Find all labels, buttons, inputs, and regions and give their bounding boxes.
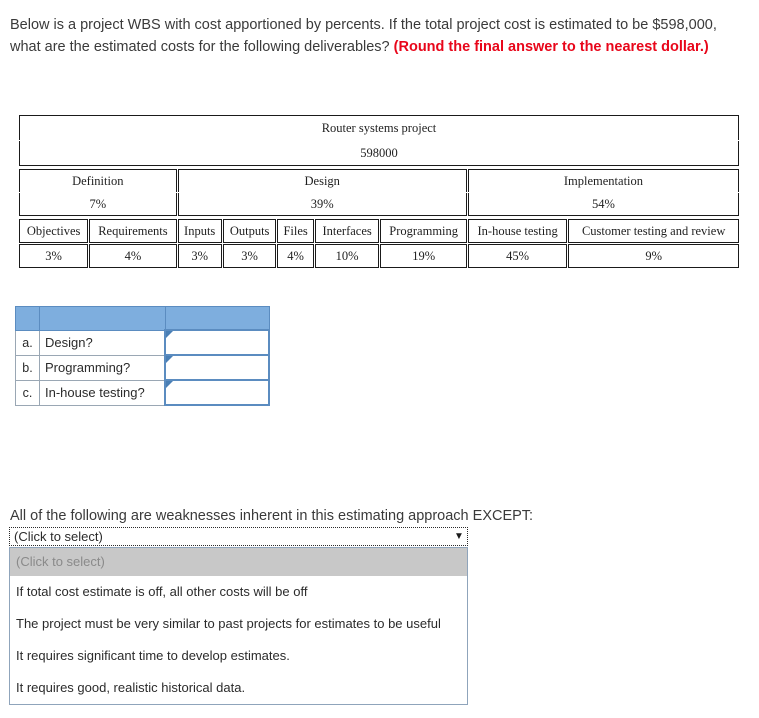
wbs-phase-percent-row: 7% 39% 54% [19,193,739,216]
wbs-deliverable-name-customer-testing: Customer testing and review [568,219,739,243]
answer-row-letter-a: a. [15,329,40,356]
wbs-spacer-cell-2 [19,217,739,218]
weakness-option-3[interactable]: It requires significant time to develop … [10,640,467,672]
wbs-title-row: Router systems project [19,115,739,140]
table-row: b. Programming? [15,354,270,381]
wbs-phase-percent-design: 39% [177,193,467,216]
answer-input-in-house-testing[interactable] [166,383,268,402]
answer-entry-table: a. Design? b. Programming? c. In-house t… [15,306,270,406]
wbs-phase-name-design: Design [177,169,467,192]
weakness-select[interactable]: (Click to select) ▼ [9,527,468,546]
wbs-phase-name-row: Definition Design Implementation [19,169,739,192]
weakness-option-4[interactable]: It requires good, realistic historical d… [10,672,467,704]
answer-header-letter [15,306,40,331]
wbs-deliverable-percent-inputs: 3% [177,244,222,268]
wbs-phase-percent-definition: 7% [19,193,177,216]
table-row: a. Design? [15,329,270,356]
weakness-select-value: (Click to select) [14,529,103,544]
wbs-spacer-cell [19,167,739,168]
answer-input-design[interactable] [166,333,268,352]
cell-comment-flag-icon [166,331,173,338]
wbs-deliverable-name-outputs: Outputs [222,219,277,243]
wbs-spacer-2 [19,217,739,218]
weakness-option-list[interactable]: (Click to select) If total cost estimate… [9,547,468,705]
wbs-deliverable-percent-requirements: 4% [89,244,177,268]
answer-row-letter-b: b. [15,354,40,381]
answer-row-label-in-house-testing: In-house testing? [39,379,166,406]
answer-row-label-design: Design? [39,329,166,356]
wbs-total-row: 598000 [19,141,739,166]
wbs-deliverable-percent-interfaces: 10% [314,244,380,268]
wbs-phase-percent-implementation: 54% [467,193,739,216]
wbs-deliverable-percent-in-house-testing: 45% [467,244,568,268]
wbs-table: Router systems project 598000 Definition… [18,114,740,269]
cell-comment-flag-icon [166,381,173,388]
question-prompt: Below is a project WBS with cost apporti… [10,14,736,58]
weakness-option-2[interactable]: The project must be very similar to past… [10,608,467,640]
answer-row-label-programming: Programming? [39,354,166,381]
wbs-deliverable-percent-objectives: 3% [19,244,89,268]
wbs-project-name: Router systems project [19,115,739,140]
wbs-spacer [19,167,739,168]
weakness-option-1[interactable]: If total cost estimate is off, all other… [10,576,467,608]
prompt-line-1: Below is a project WBS with cost apporti… [10,17,649,33]
weakness-option-placeholder[interactable]: (Click to select) [10,548,467,576]
wbs-deliverable-percent-programming: 19% [380,244,467,268]
wbs-deliverable-name-programming: Programming [380,219,467,243]
answer-input-cell-design[interactable] [164,329,270,356]
question-2-text: All of the following are weaknesses inhe… [10,508,534,524]
answer-header-label [39,306,166,331]
answer-row-letter-c: c. [15,379,40,406]
wbs-phase-name-definition: Definition [19,169,177,192]
wbs-deliverable-percent-outputs: 3% [222,244,277,268]
answer-input-cell-in-house-testing[interactable] [164,379,270,406]
wbs-total-cost: 598000 [19,141,739,166]
cell-comment-flag-icon [166,356,173,363]
prompt-emphasis: (Round the final answer to the nearest d… [393,39,709,55]
wbs-deliverable-name-row: Objectives Requirements Inputs Outputs F… [19,219,739,243]
table-row: c. In-house testing? [15,379,270,406]
wbs-phase-name-implementation: Implementation [467,169,739,192]
wbs-deliverable-percent-customer-testing: 9% [568,244,739,268]
wbs-deliverable-name-objectives: Objectives [19,219,89,243]
answer-header-value [164,306,270,331]
answer-table-body: a. Design? b. Programming? c. In-house t… [15,306,270,406]
wbs-deliverable-name-files: Files [277,219,314,243]
answer-header-row [15,306,270,331]
wbs-deliverable-name-inputs: Inputs [177,219,222,243]
wbs-table-body: Router systems project 598000 Definition… [19,115,739,268]
chevron-down-icon[interactable]: ▼ [451,531,467,542]
wbs-deliverable-name-in-house-testing: In-house testing [467,219,568,243]
wbs-deliverable-percent-row: 3% 4% 3% 3% 4% 10% 19% 45% 9% [19,244,739,268]
wbs-deliverable-name-requirements: Requirements [89,219,177,243]
answer-input-programming[interactable] [166,358,268,377]
wbs-deliverable-percent-files: 4% [277,244,314,268]
wbs-deliverable-name-interfaces: Interfaces [314,219,380,243]
answer-input-cell-programming[interactable] [164,354,270,381]
